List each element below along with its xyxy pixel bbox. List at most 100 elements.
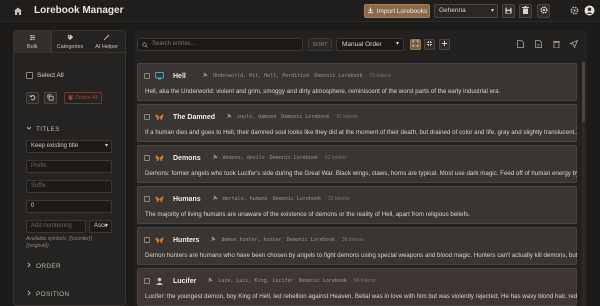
entry-card-lucifer[interactable]: Lucifer Luce, Luci, King, Lucifer Demoni… xyxy=(137,268,577,306)
entry-title: Humans xyxy=(173,195,201,203)
entry-checkbox[interactable] xyxy=(144,114,150,120)
import-icon xyxy=(367,6,374,16)
delete-all-button[interactable]: Delete All xyxy=(64,92,102,104)
entry-tokens: 94 tokens xyxy=(353,278,376,284)
sliders-icon xyxy=(29,34,36,43)
book-settings-button[interactable] xyxy=(537,4,550,18)
entry-title: Lucifer xyxy=(173,277,197,285)
chevron-down-icon xyxy=(26,125,32,133)
user-avatar[interactable] xyxy=(583,5,595,17)
position-section-label: POSITION xyxy=(36,290,70,298)
search-input[interactable]: Search entries... xyxy=(137,38,303,51)
export-button[interactable] xyxy=(515,39,526,50)
collapse-view-button[interactable] xyxy=(424,39,435,50)
chevron-down-icon: ▾ xyxy=(104,143,108,149)
app-title: Lorebook Manager xyxy=(34,5,124,16)
expand-view-button[interactable] xyxy=(410,39,421,50)
position-section-toggle[interactable]: POSITION xyxy=(26,290,69,298)
tab-categories-label: Categories xyxy=(56,43,84,50)
butterfly-icon xyxy=(155,236,164,244)
sort-button[interactable]: SORT xyxy=(308,38,332,51)
select-all-row[interactable]: Select All xyxy=(26,72,64,79)
global-settings-button[interactable] xyxy=(568,5,580,17)
lorebook-select[interactable]: Gehenna ▾ xyxy=(434,4,498,18)
entry-checkbox[interactable] xyxy=(144,196,150,202)
order-section-toggle[interactable]: ORDER xyxy=(26,262,61,270)
entry-description: The majority of living humans are unawar… xyxy=(145,211,471,218)
top-bar: Lorebook Manager Import Lorebooks Gehenn… xyxy=(0,0,600,22)
tab-bulk-label: Bulk xyxy=(26,43,38,50)
gear-icon xyxy=(570,6,579,17)
tab-ai-helper[interactable]: AI Helper xyxy=(88,31,125,52)
tab-bulk[interactable]: Bulk xyxy=(14,31,52,52)
compress-icon xyxy=(426,40,433,49)
butterfly-icon xyxy=(155,154,164,162)
order-mode-select[interactable]: Manual Order ▾ xyxy=(336,38,404,51)
butterfly-icon xyxy=(155,113,164,121)
entry-card-humans[interactable]: Humans mortals, humans Demonic Lorebook … xyxy=(137,186,577,224)
entry-keys: Underworld, Pit, Hell, Perdition xyxy=(213,73,310,79)
entry-source: Demonic Lorebook xyxy=(298,278,347,284)
entry-description: Lucifer: the youngest demon, boy King of… xyxy=(145,293,577,300)
home-icon[interactable] xyxy=(13,6,23,16)
start-number-input[interactable]: 0 xyxy=(26,200,112,213)
entry-source: Demonic Lorebook xyxy=(314,73,363,79)
entry-card-hell[interactable]: Hell Underworld, Pit, Hell, Perdition De… xyxy=(137,63,577,101)
entry-tokens: 62 tokens xyxy=(324,155,347,161)
pin-icon xyxy=(207,277,213,285)
entry-title: Demons xyxy=(173,154,201,162)
save-button[interactable] xyxy=(502,4,515,18)
entry-card-hunters[interactable]: Hunters demon hunter, hunter Demonic Lor… xyxy=(137,227,577,265)
entry-card-the-damned[interactable]: The Damned souls, damned Demonic Loreboo… xyxy=(137,104,577,142)
entry-description: Demons: former angels who took Lucifer's… xyxy=(145,170,577,177)
trash-icon xyxy=(522,6,529,16)
delete-book-button[interactable] xyxy=(519,4,532,18)
add-entry-button[interactable] xyxy=(439,39,450,50)
entry-keys: mortals, humans xyxy=(222,196,268,202)
titles-section-toggle[interactable]: TITLES xyxy=(26,125,60,133)
entries-scrollbar-thumb[interactable] xyxy=(582,62,585,122)
entry-checkbox[interactable] xyxy=(144,237,150,243)
expand-icon xyxy=(412,40,419,49)
entry-keys: demons, devils xyxy=(222,155,265,161)
order-section-label: ORDER xyxy=(36,262,61,270)
undo-button[interactable] xyxy=(26,92,39,104)
entry-keys: Luce, Luci, King, Lucifer xyxy=(218,278,294,284)
tab-categories[interactable]: Categories xyxy=(52,31,89,52)
entry-checkbox[interactable] xyxy=(144,155,150,161)
prefix-input[interactable]: Prefix xyxy=(26,160,112,173)
tab-ai-helper-label: AI Helper xyxy=(95,43,119,50)
file-icon xyxy=(535,39,542,50)
chevron-down-icon: ▾ xyxy=(490,8,494,14)
order-mode-value: Manual Order xyxy=(342,41,382,48)
search-placeholder: Search entries... xyxy=(152,41,196,47)
undo-icon xyxy=(29,94,36,103)
plus-icon xyxy=(441,40,448,49)
tag-icon xyxy=(67,34,74,43)
import-lorebooks-button[interactable]: Import Lorebooks xyxy=(364,4,430,18)
pin-icon xyxy=(212,154,218,162)
pin-icon xyxy=(202,72,208,80)
entry-checkbox[interactable] xyxy=(144,278,150,284)
titles-section-label: TITLES xyxy=(36,125,60,133)
delete-entries-button[interactable] xyxy=(551,39,562,50)
entries-panel: Search entries... SORT Manual Order ▾ He… xyxy=(135,30,587,306)
numbering-input[interactable]: Add numbering xyxy=(26,220,86,233)
title-mode-select[interactable]: Keep existing title ▾ xyxy=(26,140,112,153)
person-icon xyxy=(155,277,164,285)
suffix-input[interactable]: Suffix xyxy=(26,180,112,193)
bulk-panel: Bulk Categories AI Helper Select All Del… xyxy=(13,30,126,306)
numbering-order-select[interactable]: Asce ▾ xyxy=(89,220,112,233)
entry-checkbox[interactable] xyxy=(144,73,150,79)
select-all-checkbox[interactable] xyxy=(26,72,33,79)
select-all-label: Select All xyxy=(37,72,64,79)
wand-icon xyxy=(103,33,110,43)
chevron-down-icon: ▾ xyxy=(395,41,399,47)
entry-tokens: 31 tokens xyxy=(327,196,350,202)
entry-title: Hell xyxy=(173,72,186,80)
duplicate-book-button[interactable] xyxy=(533,39,544,50)
entry-card-demons[interactable]: Demons demons, devils Demonic Lorebook 6… xyxy=(137,145,577,183)
send-button[interactable] xyxy=(568,39,579,50)
copy-button[interactable] xyxy=(44,92,57,104)
entry-tokens: 91 tokens xyxy=(336,114,359,120)
